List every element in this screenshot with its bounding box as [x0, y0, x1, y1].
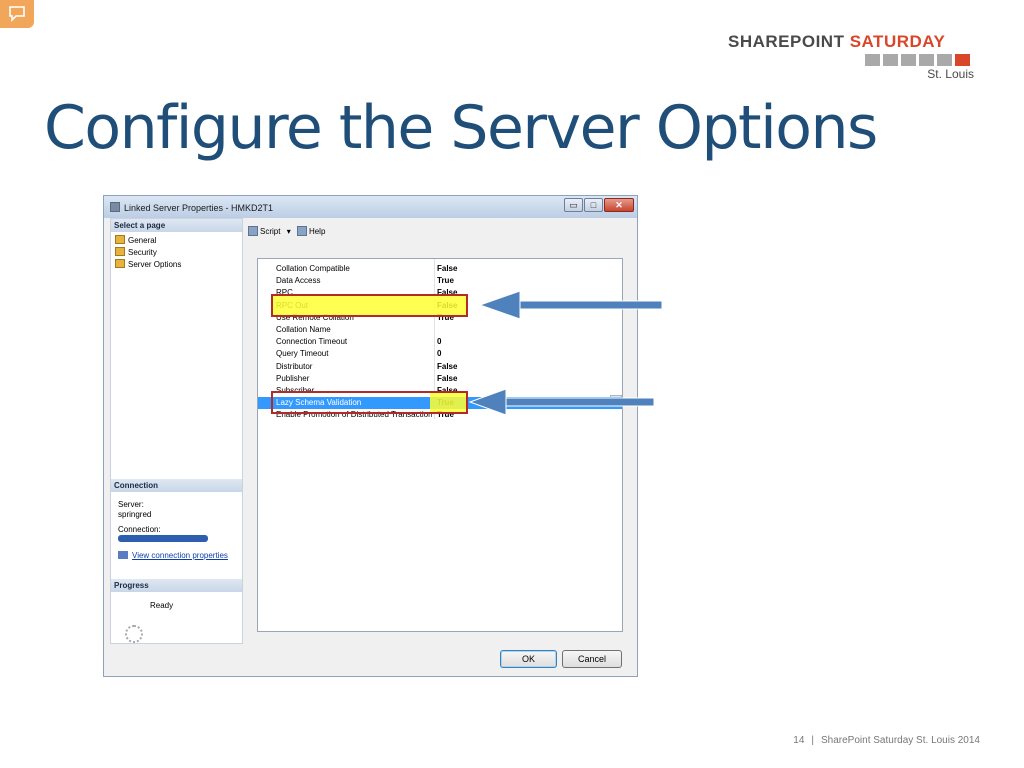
dialog-titlebar[interactable]: Linked Server Properties - HMKD2T1 ▭ □ ✕	[104, 196, 637, 218]
property-value[interactable]: 0	[437, 348, 441, 360]
wrench-page-icon	[115, 259, 125, 268]
maximize-button[interactable]: □	[584, 198, 603, 212]
script-button[interactable]: Script	[248, 226, 281, 236]
property-name: Distributor	[276, 361, 313, 371]
help-icon	[296, 226, 307, 236]
property-name: Collation Name	[276, 325, 331, 334]
progress-header: Progress	[111, 579, 242, 592]
spinner-icon	[125, 625, 143, 643]
connection-icon	[118, 551, 128, 559]
view-connection-properties-row: View connection properties	[118, 551, 228, 561]
linked-server-properties-dialog: Linked Server Properties - HMKD2T1 ▭ □ ✕…	[103, 195, 638, 677]
close-button[interactable]: ✕	[604, 198, 634, 212]
connection-header: Connection	[111, 479, 242, 492]
property-row[interactable]: Publisher False	[258, 373, 622, 385]
sidebar-item-security[interactable]: Security	[115, 247, 157, 258]
property-value[interactable]: 0	[437, 336, 441, 348]
logo-wordmark: SHAREPOINT SATURDAY	[728, 32, 976, 52]
logo-city-text: St. Louis	[927, 67, 974, 81]
footer-text: SharePoint Saturday St. Louis 2014	[821, 735, 980, 746]
property-value[interactable]: False	[437, 263, 457, 275]
dialog-title: Linked Server Properties - HMKD2T1	[124, 203, 274, 213]
property-row[interactable]: Collation Name	[258, 324, 622, 336]
comment-icon[interactable]	[0, 0, 34, 28]
rpc-out-callout-box	[271, 294, 468, 317]
script-dropdown-icon[interactable]: ▾	[287, 226, 291, 238]
help-label: Help	[308, 227, 326, 236]
help-button[interactable]: Help	[296, 226, 326, 236]
script-icon	[248, 226, 258, 236]
logo-saturday-text: SATURDAY	[849, 32, 946, 51]
sidebar-item-general[interactable]: General	[115, 235, 156, 246]
property-row[interactable]: Collation Compatible False	[258, 263, 622, 275]
wrench-page-icon	[115, 235, 125, 244]
cancel-button[interactable]: Cancel	[562, 650, 622, 668]
rpc-out-arrow	[478, 290, 663, 320]
property-row[interactable]: Distributor False	[258, 361, 622, 373]
dialog-toolbar: Script ▾ Help	[248, 226, 325, 238]
logo-sharepoint-text: SHAREPOINT	[728, 32, 845, 51]
ok-button[interactable]: OK	[500, 650, 557, 668]
sidebar-item-label: Security	[128, 248, 157, 257]
property-value[interactable]: False	[437, 373, 457, 385]
property-row[interactable]: Data Access True	[258, 275, 622, 287]
slide-footer: 14 | SharePoint Saturday St. Louis 2014	[793, 735, 980, 746]
view-connection-properties-link[interactable]: View connection properties	[132, 551, 228, 560]
redacted-connection-value	[118, 535, 208, 542]
server-label: Server:	[118, 500, 144, 509]
sidebar-item-label: Server Options	[128, 260, 182, 269]
slide-title: Configure the Server Options	[44, 93, 878, 163]
script-label: Script	[260, 227, 281, 236]
page-number: 14	[793, 735, 805, 746]
select-page-header: Select a page	[111, 219, 242, 232]
speech-bubble-icon	[9, 6, 25, 22]
dialog-app-icon	[110, 202, 120, 212]
property-name: Data Access	[276, 276, 321, 286]
property-name: Connection Timeout	[276, 337, 348, 347]
property-row[interactable]: Connection Timeout 0	[258, 336, 622, 348]
lazy-schema-arrow	[468, 388, 655, 416]
property-name: Collation Compatible	[276, 264, 350, 273]
sharepoint-saturday-logo: SHAREPOINT SATURDAY St. Louis	[728, 32, 976, 81]
sidebar-item-server-options[interactable]: Server Options	[115, 259, 181, 270]
server-value: springred	[118, 510, 152, 519]
property-value[interactable]: True	[437, 275, 454, 287]
connection-label: Connection:	[118, 525, 161, 534]
left-pane: Select a page General Security Server Op…	[110, 218, 243, 644]
logo-blocks	[865, 54, 973, 66]
footer-separator: |	[811, 735, 814, 746]
progress-status: Ready	[150, 601, 174, 610]
lazy-schema-callout-box	[271, 391, 468, 414]
property-row[interactable]: Query Timeout 0	[258, 348, 622, 360]
property-name: Query Timeout	[276, 349, 329, 359]
property-name: Publisher	[276, 373, 310, 383]
minimize-button[interactable]: ▭	[564, 198, 583, 212]
sidebar-item-label: General	[128, 236, 157, 245]
wrench-page-icon	[115, 247, 125, 256]
property-value[interactable]: False	[437, 361, 457, 373]
